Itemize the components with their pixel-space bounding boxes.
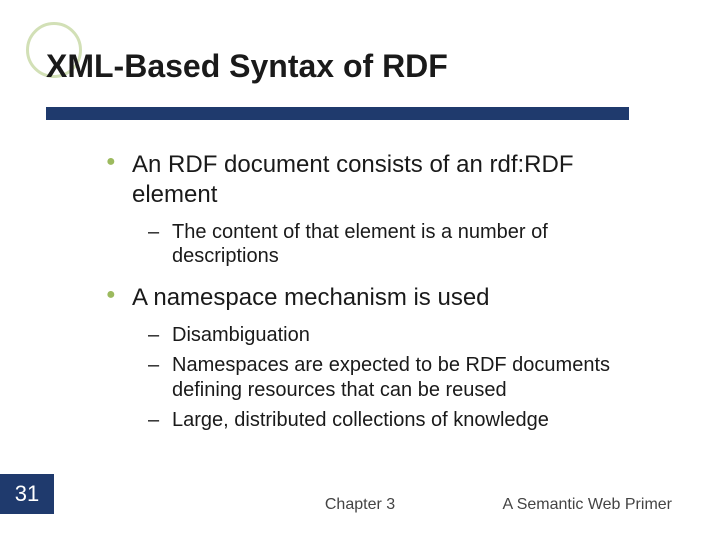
page-number: 31 (0, 474, 54, 514)
page-title: XML-Based Syntax of RDF (46, 48, 684, 85)
list-item: Large, distributed collections of knowle… (132, 408, 654, 432)
list-item: An RDF document consists of an rdf:RDF e… (106, 150, 654, 269)
sub-bullet-list: The content of that element is a number … (132, 220, 654, 269)
bullet-text-code: rdf:RDF (490, 151, 574, 178)
footer: 31 Chapter 3 A Semantic Web Primer (0, 474, 720, 514)
footer-right: A Semantic Web Primer (502, 496, 672, 514)
slide: XML-Based Syntax of RDF An RDF document … (0, 0, 720, 540)
content-area: An RDF document consists of an rdf:RDF e… (106, 150, 654, 432)
list-item: The content of that element is a number … (132, 220, 654, 269)
bullet-text: A namespace mechanism is used (132, 284, 490, 311)
list-item: A namespace mechanism is used Disambigua… (106, 283, 654, 433)
list-item: Disambiguation (132, 323, 654, 347)
footer-center: Chapter 3 (325, 496, 395, 514)
bullet-text-pre: An RDF document consists of an (132, 151, 490, 178)
sub-bullet-list: Disambiguation Namespaces are expected t… (132, 323, 654, 433)
list-item: Namespaces are expected to be RDF docume… (132, 353, 654, 402)
bullet-text-post: element (132, 181, 217, 208)
title-underline (46, 107, 629, 120)
bullet-list: An RDF document consists of an rdf:RDF e… (106, 150, 654, 432)
